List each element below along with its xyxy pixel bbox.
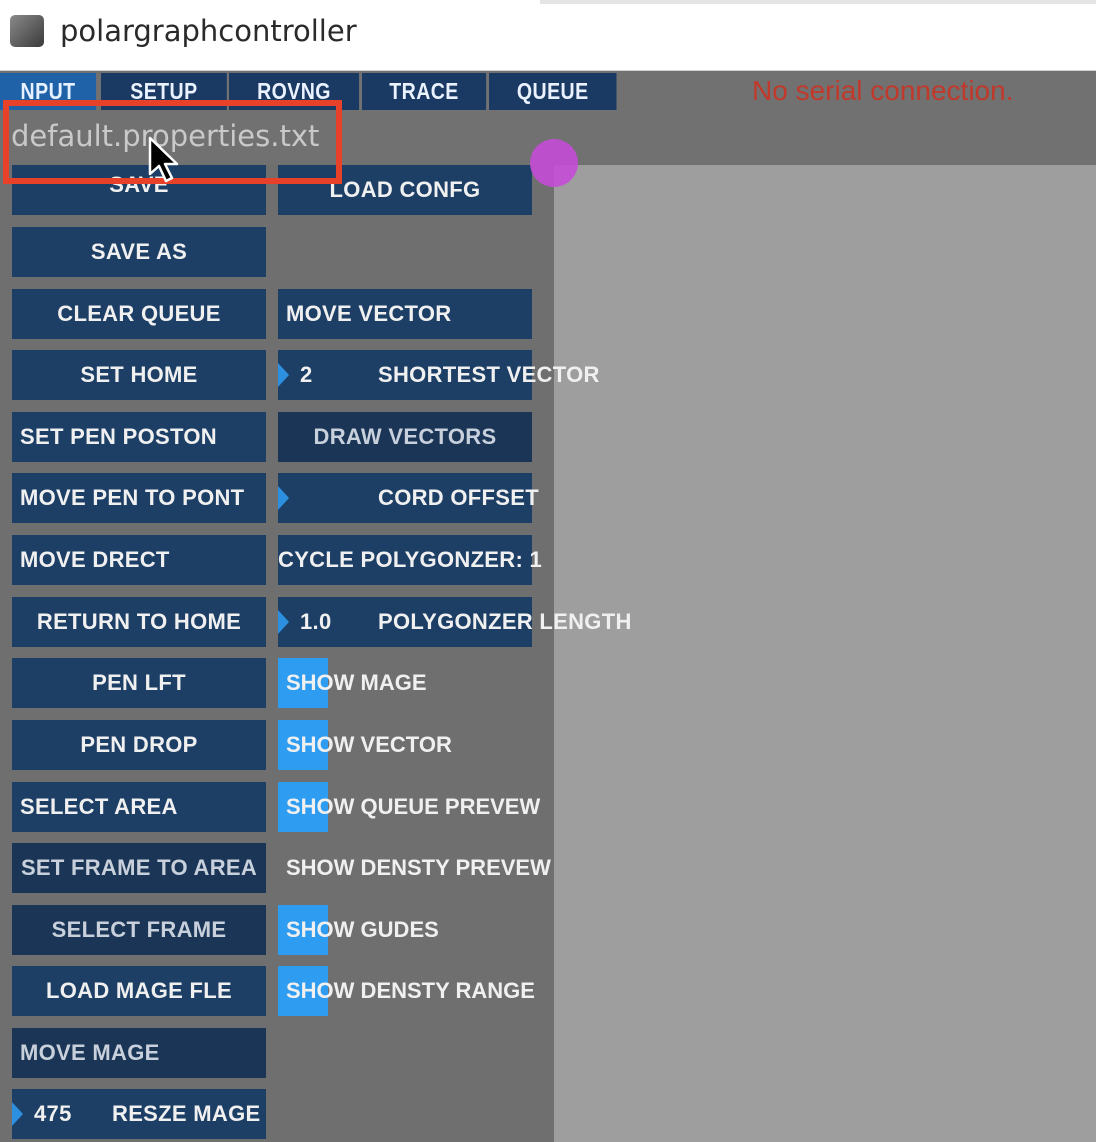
return-to-home-button[interactable]: RETURN TO HOME — [12, 597, 266, 647]
pen-lift-button[interactable]: PEN LFT — [12, 658, 266, 708]
serial-status-text: No serial connection. — [752, 75, 1014, 106]
shortest-vector-label: SHORTEST VECTOR — [378, 362, 600, 387]
move-vector-button[interactable]: MOVE VECTOR — [278, 289, 532, 339]
stepper-arrow-icon[interactable] — [278, 486, 289, 510]
resize-image-value[interactable]: 475 — [34, 1089, 72, 1139]
clear-queue-button[interactable]: CLEAR QUEUE — [12, 289, 266, 339]
window-title: polargraphcontroller — [60, 14, 357, 48]
move-pen-to-point-button[interactable]: MOVE PEN TO PONT — [12, 473, 266, 523]
polygonizer-length-value[interactable]: 1.0 — [300, 597, 331, 647]
move-direct-button[interactable]: MOVE DRECT — [12, 535, 266, 585]
toggle-show-queue-preview[interactable]: SHOW QUEUE PREVEW — [278, 782, 540, 832]
set-pen-position-button[interactable]: SET PEN POSTON — [12, 412, 266, 462]
drawing-canvas[interactable] — [554, 165, 1096, 1142]
shortest-vector-control[interactable]: 2 SHORTEST VECTOR — [278, 350, 599, 400]
load-image-file-button[interactable]: LOAD MAGE FLE — [12, 966, 266, 1016]
stepper-arrow-icon[interactable] — [12, 1102, 23, 1126]
toggle-show-guides[interactable]: SHOW GUDES — [278, 905, 532, 955]
set-frame-to-area-button[interactable]: SET FRAME TO AREA — [12, 843, 266, 893]
mouse-cursor-icon — [148, 136, 179, 183]
chord-offset-control[interactable]: CORD OFFSET — [278, 473, 539, 523]
toggle-label: SHOW QUEUE PREVEW — [286, 794, 541, 819]
stepper-arrow-icon[interactable] — [278, 610, 289, 634]
cycle-polygonizer-button[interactable]: CYCLE POLYGONZER: 1 — [278, 535, 542, 585]
toggle-label: SHOW DENSTY PREVEW — [286, 855, 551, 880]
toggle-show-image[interactable]: SHOW MAGE — [278, 658, 532, 708]
draw-vectors-button[interactable]: DRAW VECTORS — [278, 412, 532, 462]
select-frame-button[interactable]: SELECT FRAME — [12, 905, 266, 955]
tab-trace[interactable]: TRACE — [362, 73, 487, 110]
select-area-button[interactable]: SELECT AREA — [12, 782, 266, 832]
pen-drop-button[interactable]: PEN DROP — [12, 720, 266, 770]
stepper-arrow-icon[interactable] — [278, 363, 289, 387]
toggle-show-vector[interactable]: SHOW VECTOR — [278, 720, 532, 770]
move-image-button[interactable]: MOVE MAGE — [12, 1028, 266, 1078]
set-home-button[interactable]: SET HOME — [12, 350, 266, 400]
save-as-button[interactable]: SAVE AS — [12, 227, 266, 277]
polygonizer-length-control[interactable]: 1.0 POLYGONZER LENGTH — [278, 597, 631, 647]
toggle-show-density-preview[interactable]: SHOW DENSTY PREVEW — [278, 843, 551, 893]
toggle-label: SHOW MAGE — [286, 670, 427, 695]
pen-position-marker[interactable] — [530, 139, 578, 187]
window-edge — [540, 0, 1096, 4]
polygonizer-length-label: POLYGONZER LENGTH — [378, 609, 632, 634]
app-area: NPUT SETUP ROVNG TRACE QUEUE No serial c… — [0, 71, 1096, 1142]
toggle-label: SHOW GUDES — [286, 917, 439, 942]
toggle-label: SHOW VECTOR — [286, 732, 452, 757]
toggle-label: SHOW DENSTY RANGE — [286, 978, 535, 1003]
toggle-show-density-range[interactable]: SHOW DENSTY RANGE — [278, 966, 535, 1016]
chord-offset-label: CORD OFFSET — [378, 485, 539, 510]
resize-image-control[interactable]: 475 RESZE MAGE — [12, 1089, 266, 1139]
resize-image-label: RESZE MAGE — [112, 1101, 261, 1126]
title-bar: polargraphcontroller — [0, 0, 1096, 71]
app-icon — [10, 15, 44, 47]
tab-queue[interactable]: QUEUE — [489, 73, 617, 110]
shortest-vector-value[interactable]: 2 — [300, 350, 313, 400]
